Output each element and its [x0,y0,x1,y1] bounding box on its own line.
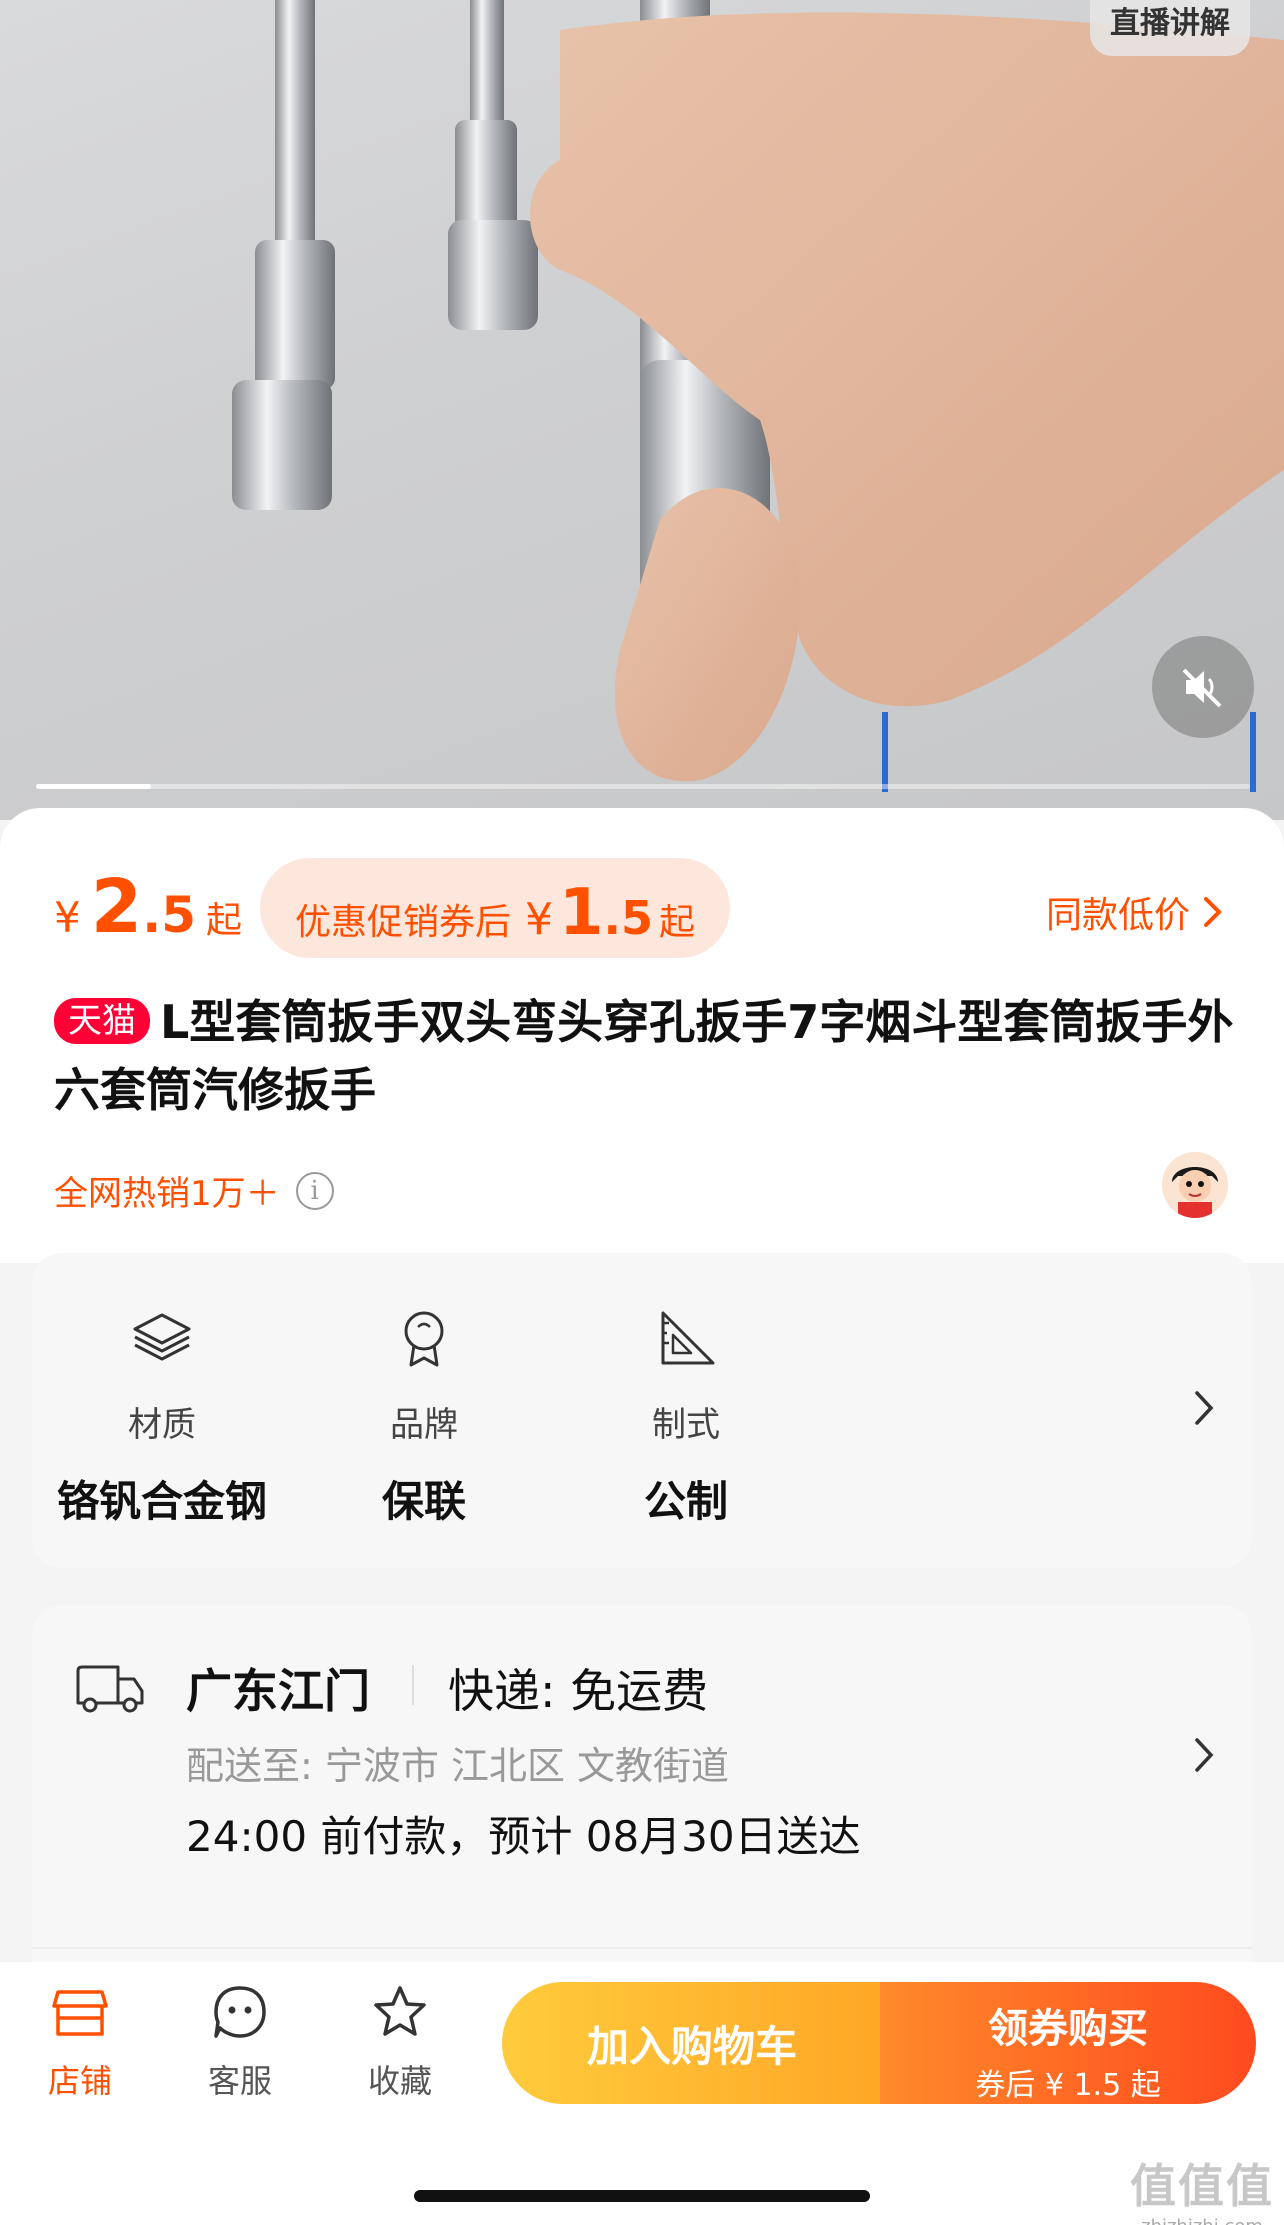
chevron-right-icon[interactable] [1192,1735,1216,1775]
ship-destination: 配送至: 宁波市 江北区 文教街道 [186,1744,730,1788]
product-title: 天猫 L型套筒扳手双头弯头穿孔扳手7字烟斗型套筒扳手外六套筒汽修扳手 [54,988,1234,1124]
attr-brand: 品牌 保联 [294,1303,554,1529]
price-currency: ¥ [54,893,81,942]
chat-face-icon [214,1986,266,2038]
product-video[interactable]: 直播讲解 [0,0,1284,820]
watermark: 值值值 zhizhizhi.com [1130,2150,1274,2225]
coupon-currency: ¥ [524,894,553,945]
attr-standard-label: 制式 [652,1405,720,1445]
add-to-cart-button[interactable]: 加入购物车 [502,1982,882,2104]
product-page: 直播讲解 ¥ 2 .5 起 优惠促销券后 ¥ 1 .5 起 同款低价 天猫 L型… [0,0,1284,2225]
attr-standard-value: 公制 [643,1477,728,1526]
attr-standard: 制式 公制 [556,1303,816,1529]
coupon-buy-button[interactable]: 领券购买 券后 ¥ 1.5 起 [880,1982,1256,2104]
divider [412,1665,414,1705]
hot-sales-text: 全网热销1万＋ [54,1174,280,1214]
coupon-from-label: 起 [659,902,696,943]
chevron-right-icon[interactable] [1192,1388,1216,1428]
hot-sales-row[interactable]: 全网热销1万＋ i [54,1166,334,1215]
attr-brand-value: 保联 [381,1477,466,1526]
video-progress-bar[interactable] [36,784,1250,789]
coupon-buy-label: 领券购买 [988,2006,1148,2052]
info-icon[interactable]: i [295,1171,334,1210]
speaker-muted-icon [1182,668,1222,708]
coupon-integer: 1 [558,876,604,950]
tab-favorite-label: 收藏 [367,2062,432,2100]
attr-material-label: 材质 [128,1405,196,1445]
tmall-badge: 天猫 [54,998,150,1044]
product-title-text: L型套筒扳手双头弯头穿孔扳手7字烟斗型套筒扳手外六套筒汽修扳手 [54,995,1234,1117]
divider [32,1947,1252,1949]
set-square-icon [661,1311,715,1365]
product-attributes[interactable]: 材质 铬钒合金钢 品牌 保联 制式 公制 [32,1253,1252,1568]
attr-brand-label: 品牌 [390,1405,458,1445]
cartoon-avatar-icon [1162,1152,1228,1218]
tab-store-label: 店铺 [47,2062,112,2100]
attr-material-value: 铬钒合金钢 [56,1477,267,1526]
tab-store[interactable]: 店铺 [20,1982,140,2102]
award-icon [404,1311,444,1367]
bottom-action-bar: 店铺 客服 收藏 加入购物车 领券购买 券后 ¥ 1.5 起 [0,1962,1284,2225]
delivery-eta: 24:00 前付款，预计 08月30日送达 [186,1812,861,1861]
coupon-text: 优惠促销券后 [294,902,511,943]
tab-customer-service-label: 客服 [207,2062,272,2100]
chevron-right-icon [1204,897,1222,927]
star-icon [374,1986,426,2036]
home-indicator[interactable] [414,2190,870,2202]
attr-material: 材质 铬钒合金钢 [32,1303,292,1529]
same-low-label: 同款低价 [1045,895,1190,936]
avatar[interactable] [1162,1152,1228,1218]
price-from-label: 起 [206,900,243,941]
current-price: ¥ 2 .5 起 [54,864,242,950]
ship-origin: 广东江门 [186,1664,370,1718]
coupon-price-pill[interactable]: 优惠促销券后 ¥ 1 .5 起 [260,858,730,958]
truck-icon [76,1665,144,1713]
price-integer: 2 [90,864,143,950]
price-decimal: .5 [142,886,197,944]
price-row: ¥ 2 .5 起 优惠促销券后 ¥ 1 .5 起 同款低价 [54,858,1234,958]
tab-favorite[interactable]: 收藏 [340,1982,460,2102]
watermark-sub: zhizhizhi.com [1130,2216,1274,2225]
watermark-main: 值值值 [1130,2159,1274,2213]
shipping-fee: 快递: 免运费 [448,1664,709,1718]
mute-button[interactable] [1152,636,1254,738]
tab-customer-service[interactable]: 客服 [180,1982,300,2102]
same-item-low-price-link[interactable]: 同款低价 [1046,886,1224,938]
coupon-buy-sub: 券后 ¥ 1.5 起 [975,2068,1161,2103]
layers-icon [133,1313,191,1361]
coupon-decimal: .5 [603,891,653,945]
video-progress-fill [36,784,152,789]
video-frame-illustration [232,0,1284,792]
live-explain-badge[interactable]: 直播讲解 [1090,0,1250,56]
store-icon [52,1990,108,2036]
